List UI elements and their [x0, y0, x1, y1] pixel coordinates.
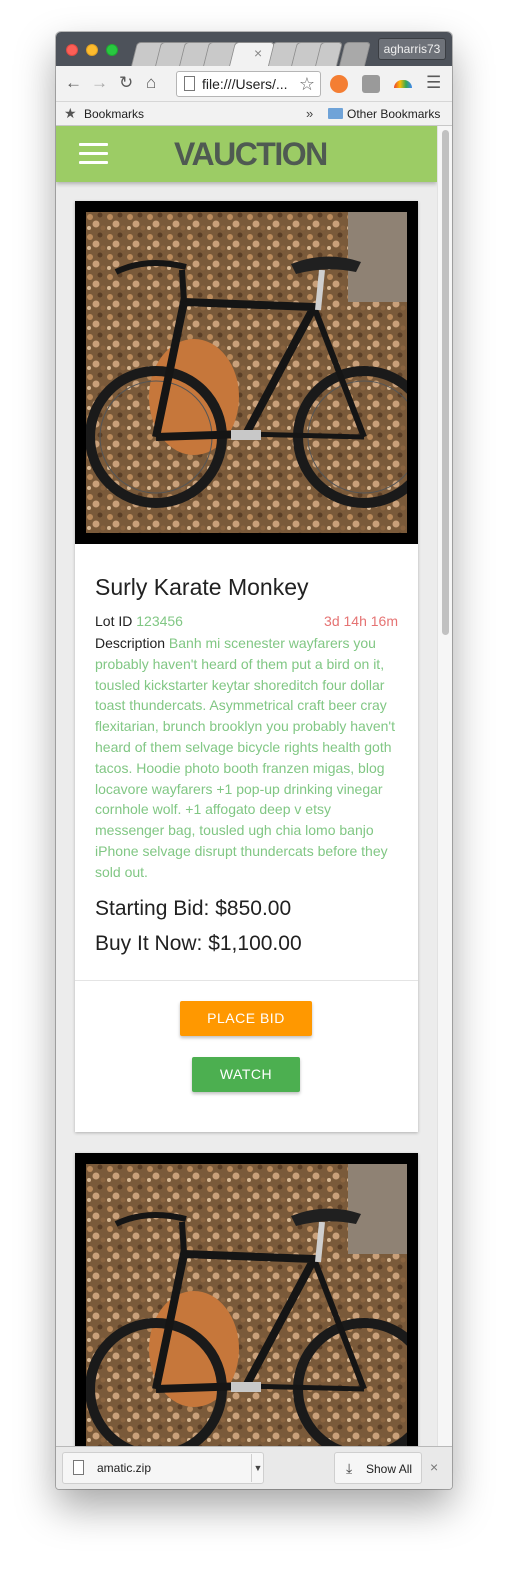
listing-details: Surly Karate Monkey Lot ID 123456 3d 14h… — [75, 544, 418, 961]
browser-tab-active[interactable] — [229, 42, 275, 66]
bookmarks-star-icon: ★ — [64, 105, 77, 121]
watch-button[interactable]: WATCH — [192, 1056, 300, 1092]
place-bid-button[interactable]: PLACE BID — [180, 1000, 312, 1036]
bookmark-star-icon[interactable]: ☆ — [299, 74, 315, 95]
starting-bid: Starting Bid: $850.00 — [95, 896, 292, 920]
window-zoom-button[interactable] — [106, 44, 118, 56]
page-icon — [184, 76, 195, 91]
listing-card: Surly Karate Monkey Lot ID 123456 3d 14h… — [75, 201, 418, 1132]
vertical-scrollbar[interactable] — [437, 126, 452, 1446]
new-tab-button[interactable] — [339, 42, 371, 66]
brand-logo[interactable]: VAUCTION — [174, 135, 328, 173]
tab-strip: × agharris73 — [56, 32, 452, 66]
folder-icon — [328, 108, 343, 119]
other-bookmarks-link[interactable]: Other Bookmarks — [347, 107, 440, 121]
listing-meta-row: Lot ID 123456 3d 14h 16m — [95, 613, 398, 631]
extension-icon[interactable] — [330, 75, 348, 93]
listing-photo-frame — [75, 201, 418, 544]
browser-window: × agharris73 ← → ↻ ⌂ file:///Users/... ☆… — [56, 32, 452, 1489]
address-bar[interactable]: file:///Users/... ☆ — [176, 71, 321, 97]
buy-it-now-price: Buy It Now: $1,100.00 — [95, 931, 302, 955]
show-all-downloads-button[interactable]: ⤓ Show All — [334, 1452, 422, 1484]
file-icon — [73, 1460, 84, 1475]
description-label: Description — [95, 635, 166, 651]
tab-close-icon[interactable]: × — [254, 45, 262, 61]
app-bar: VAUCTION — [56, 126, 437, 182]
bookmarks-link[interactable]: Bookmarks — [84, 107, 144, 121]
page-viewport[interactable]: VAUCTION Surly Karate Monkey Lot ID 1234… — [56, 126, 452, 1446]
bicycle-photo[interactable] — [86, 212, 407, 533]
shield-extension-icon[interactable] — [362, 75, 380, 93]
address-text: file:///Users/... — [202, 76, 288, 92]
forward-arrow-icon[interactable]: → — [91, 73, 108, 93]
browser-toolbar: ← → ↻ ⌂ file:///Users/... ☆ ☰ — [56, 66, 452, 102]
home-icon[interactable]: ⌂ — [146, 73, 156, 93]
window-close-button[interactable] — [66, 44, 78, 56]
scrollbar-thumb[interactable] — [442, 130, 449, 635]
downloads-shelf: amatic.zip ▼ ⤓ Show All × — [56, 1446, 452, 1489]
window-minimize-button[interactable] — [86, 44, 98, 56]
profile-button[interactable]: agharris73 — [378, 38, 446, 60]
time-remaining: 3d 14h 16m — [324, 613, 398, 629]
listing-card — [75, 1153, 418, 1446]
close-shelf-icon[interactable]: × — [430, 1459, 438, 1475]
menu-icon[interactable]: ☰ — [426, 73, 441, 93]
bicycle-photo[interactable] — [86, 1164, 407, 1446]
download-item[interactable]: amatic.zip ▼ — [62, 1452, 264, 1484]
description-text: Banh mi scenester wayfarers you probably… — [95, 635, 395, 880]
bookmarks-bar: ★ Bookmarks » Other Bookmarks — [56, 102, 452, 126]
listing-photo-frame — [75, 1153, 418, 1446]
download-menu-chevron-icon[interactable]: ▼ — [251, 1454, 264, 1482]
hamburger-menu-icon[interactable] — [79, 143, 108, 165]
listing-description: Description Banh mi scenester wayfarers … — [95, 633, 398, 883]
bookmarks-overflow-button[interactable]: » — [306, 106, 313, 121]
lot-id-label: Lot ID — [95, 613, 133, 629]
listing-actions: PLACE BID WATCH — [75, 979, 418, 1132]
show-all-label: Show All — [366, 1462, 413, 1476]
download-icon: ⤓ — [346, 1460, 353, 1476]
rainbow-extension-icon[interactable] — [394, 80, 412, 88]
listing-title[interactable]: Surly Karate Monkey — [95, 573, 398, 601]
back-arrow-icon[interactable]: ← — [65, 73, 82, 93]
reload-icon[interactable]: ↻ — [119, 73, 133, 93]
lot-id-value: 123456 — [136, 613, 183, 629]
download-file-name: amatic.zip — [97, 1461, 152, 1475]
